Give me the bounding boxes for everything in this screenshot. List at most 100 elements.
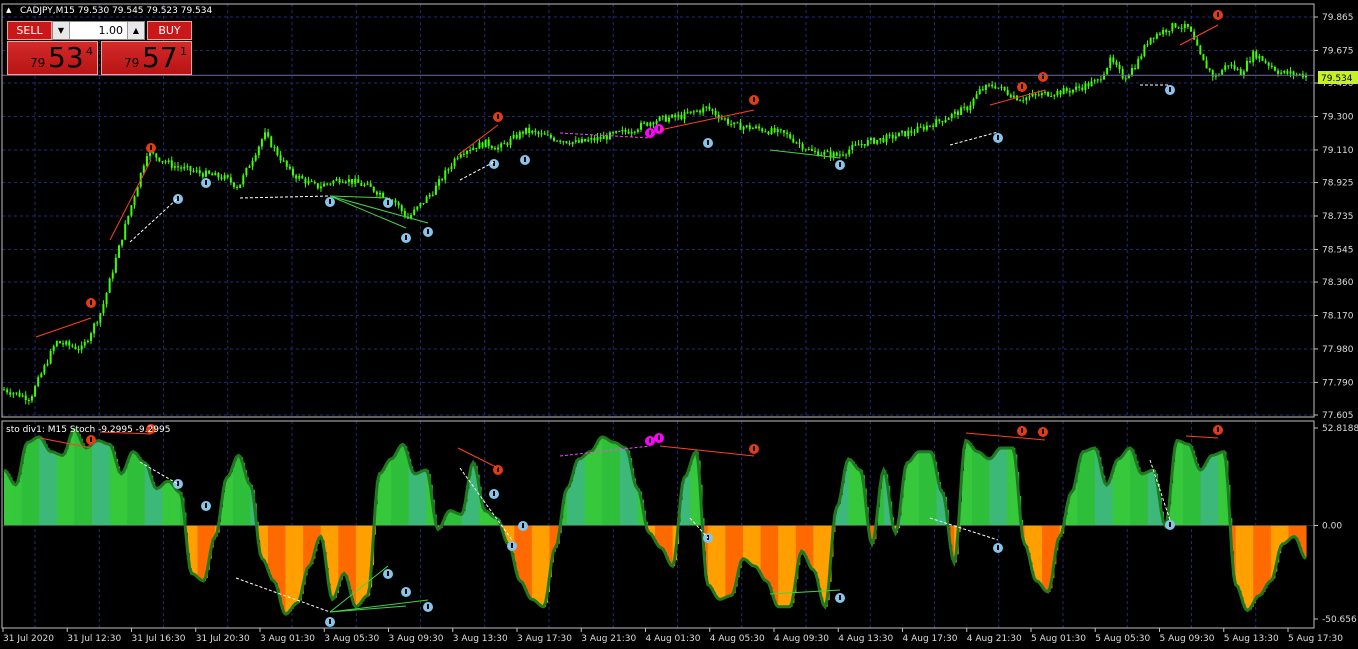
bull-divergence-icon	[401, 587, 411, 597]
bull-divergence-icon-glyph	[839, 162, 841, 167]
candle-body	[1292, 71, 1295, 75]
candle-body	[264, 132, 267, 140]
candle-body	[615, 131, 618, 133]
candle-body	[441, 179, 444, 181]
candle-body	[34, 386, 37, 397]
candle-body	[699, 110, 702, 113]
candle-body	[587, 139, 590, 142]
collapse-arrow-icon[interactable]: ▲	[6, 6, 12, 14]
bull-divergence-icon-glyph	[405, 235, 407, 240]
candle-body	[829, 151, 832, 158]
candle-body	[1199, 45, 1202, 55]
candle-body	[1180, 28, 1183, 30]
y-tick-label: 78.170	[1322, 312, 1354, 322]
candle-body	[1261, 56, 1264, 61]
bear-divergence-icon	[86, 435, 96, 445]
sell-price-prefix: 79	[30, 56, 46, 70]
y-tick-label: 78.545	[1322, 245, 1354, 255]
x-tick-label: 4 Aug 01:30	[646, 634, 701, 644]
candle-body	[319, 186, 322, 189]
lot-size-input[interactable]	[71, 23, 123, 38]
candle-body	[484, 139, 487, 148]
candle-body	[1249, 60, 1252, 63]
candle-body	[1152, 37, 1155, 39]
sell-button[interactable]: SELL	[7, 21, 52, 40]
candle-body	[30, 396, 33, 401]
candle-body	[180, 167, 183, 169]
lot-decrease-icon[interactable]: ▼	[53, 22, 70, 39]
bull-divergence-icon-glyph	[405, 589, 407, 594]
candle-body	[93, 323, 96, 334]
hidden-divergence-icon-glyph	[649, 130, 651, 135]
candle-body	[944, 119, 947, 123]
lot-increase-icon[interactable]: ▲	[127, 22, 144, 39]
bear-divergence-icon	[1038, 72, 1048, 82]
candle-body	[1130, 68, 1133, 75]
candle-body	[577, 140, 580, 143]
sell-price-box[interactable]: 79 53 4	[7, 41, 98, 75]
candle-body	[835, 152, 838, 156]
x-tick-label: 31 Jul 16:30	[132, 634, 186, 644]
buy-price-prefix: 79	[124, 56, 140, 70]
bull-divergence-icon-glyph	[177, 196, 179, 201]
y-tick-label: 79.865	[1322, 13, 1354, 23]
candle-body	[1224, 65, 1227, 71]
bull-divergence-icon-glyph	[997, 545, 999, 550]
candle-body	[419, 203, 422, 207]
candle-body	[767, 131, 770, 135]
candle-body	[459, 154, 462, 158]
candle-body	[195, 170, 198, 172]
candle-body	[754, 126, 757, 129]
lot-size-control[interactable]: ▼ ▲	[52, 21, 145, 40]
candle-body	[273, 147, 276, 149]
candle-body	[1258, 56, 1261, 59]
candle-body	[841, 154, 844, 156]
candle-body	[37, 377, 40, 387]
buy-price-box[interactable]: 79 57 1	[101, 41, 192, 75]
candle-body	[1168, 30, 1171, 33]
candle-body	[789, 134, 792, 139]
candle-body	[624, 129, 627, 132]
candle-body	[236, 186, 239, 188]
chart-canvas[interactable]: 79.86579.67579.49079.30079.11078.92578.7…	[0, 0, 1358, 649]
sell-price-big: 53	[48, 41, 84, 74]
bull-divergence-icon	[173, 194, 183, 204]
candle-body	[3, 389, 5, 391]
candle-body	[1099, 79, 1102, 81]
sub-header: sto div1: M15 Stoch -9.2995 -9.2995	[6, 425, 170, 435]
candle-body	[251, 160, 254, 167]
candle-body	[369, 183, 372, 187]
bear-divergence-icon	[1213, 10, 1223, 20]
bear-divergence-icon	[1017, 426, 1027, 436]
candle-body	[1053, 95, 1056, 97]
candle-body	[6, 389, 9, 393]
candle-body	[145, 156, 148, 166]
candle-body	[46, 363, 49, 366]
bull-divergence-icon-glyph	[707, 140, 709, 145]
candle-body	[360, 182, 363, 186]
candle-body	[130, 205, 133, 216]
candle-body	[478, 142, 481, 149]
bull-divergence-icon-glyph	[427, 604, 429, 609]
candle-body	[627, 131, 630, 134]
candle-body	[301, 175, 304, 179]
bull-divergence-icon	[993, 543, 1003, 553]
bull-divergence-icon-glyph	[387, 200, 389, 205]
buy-button[interactable]: BUY	[147, 21, 192, 40]
candle-body	[444, 170, 447, 180]
candle-body	[254, 155, 257, 161]
x-tick-label: 5 Aug 13:30	[1224, 634, 1279, 644]
candle-body	[568, 143, 571, 145]
bull-divergence-icon	[325, 197, 335, 207]
osc-bar	[1304, 525, 1307, 558]
candle-body	[935, 119, 938, 127]
candle-body	[562, 141, 565, 143]
candle-body	[354, 178, 357, 184]
candle-body	[891, 134, 894, 139]
candle-body	[832, 152, 835, 158]
candle-body	[1037, 94, 1040, 96]
bear-divergence-icon-glyph	[753, 97, 755, 102]
candle-body	[1283, 70, 1286, 73]
bear-divergence-icon-glyph	[90, 300, 92, 305]
candle-body	[1242, 71, 1245, 76]
